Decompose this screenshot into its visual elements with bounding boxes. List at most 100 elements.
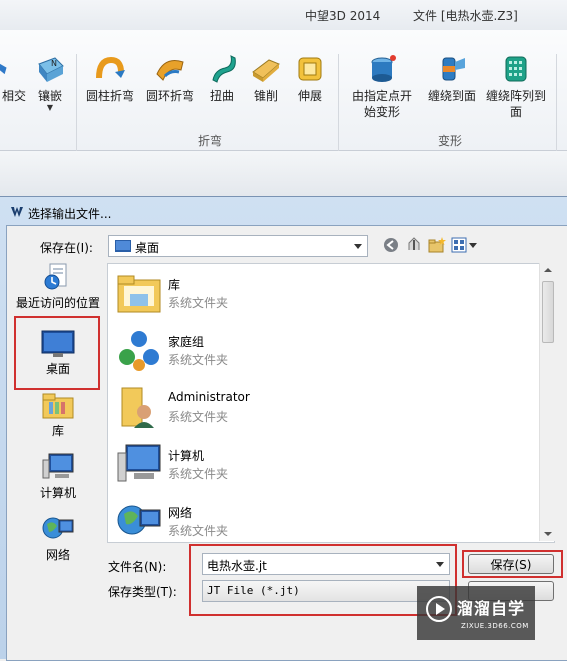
ribbon-button-label: 缠绕到面	[427, 89, 476, 103]
workspace-background	[0, 151, 567, 196]
document-title: 文件 [电热水壶.Z3]	[413, 9, 518, 23]
network-icon	[117, 505, 161, 535]
list-item[interactable]: 家庭组 系统文件夹	[112, 323, 532, 379]
stretch-icon	[298, 57, 322, 81]
desktop-icon	[115, 240, 131, 252]
ribbon-separator	[76, 54, 77, 154]
file-name: Administrator	[168, 390, 250, 404]
ribbon-button-label: 伸展	[297, 89, 322, 103]
emboss-button[interactable]: N 镶嵌 ▼	[30, 54, 70, 112]
list-item[interactable]: 库 系统文件夹	[112, 266, 532, 322]
highlight-box-save	[462, 550, 563, 578]
ribbon-separator	[556, 54, 557, 154]
ribbon-button-label-line2: 面	[509, 105, 522, 119]
ribbon-button-label: 锥削	[253, 89, 278, 103]
save-in-label: 保存在(I):	[40, 241, 93, 255]
ribbon-button-label: 镶嵌	[37, 89, 62, 103]
highlight-box-desktop	[14, 316, 100, 390]
file-type: 系统文件夹	[168, 410, 229, 424]
taper-icon	[252, 59, 280, 82]
file-type: 系统文件夹	[168, 353, 229, 367]
save-in-dropdown[interactable]: 桌面	[108, 235, 368, 257]
app-title: 中望3D 2014	[305, 9, 381, 23]
place-label: 最近访问的位置	[15, 296, 100, 310]
wrap-to-face-icon	[442, 57, 465, 81]
chevron-down-icon	[354, 244, 362, 249]
place-libraries[interactable]: 库	[14, 390, 102, 439]
homegroup-icon	[119, 331, 159, 371]
file-name: 库	[168, 278, 181, 292]
play-logo-icon	[426, 596, 452, 622]
dialog-title-bar[interactable]: 选择输出文件...	[0, 197, 567, 225]
list-item[interactable]: 网络 系统文件夹	[112, 494, 532, 542]
wrap-to-face-button[interactable]: 缠绕到面	[422, 54, 482, 104]
dropdown-arrow-icon[interactable]: ▼	[30, 104, 70, 112]
watermark-url: ZIXUE.3D66.COM	[461, 622, 529, 630]
libraries-folder-icon	[117, 275, 161, 313]
view-grid-icon	[451, 237, 467, 253]
file-type: 系统文件夹	[168, 296, 229, 310]
network-icon	[42, 517, 74, 539]
place-network[interactable]: 网络	[14, 514, 102, 563]
ribbon-button-label-line1: 由指定点开	[351, 89, 412, 103]
file-name: 网络	[168, 506, 193, 520]
libraries-icon	[42, 393, 74, 419]
wrap-array-icon	[505, 56, 527, 82]
place-label: 网络	[45, 548, 70, 562]
computer-icon	[42, 453, 74, 479]
svg-text:N: N	[51, 59, 57, 68]
file-name-label: 文件名(N):	[108, 560, 167, 574]
ribbon: 相交 N 镶嵌 ▼ 圆柱折弯 圆环折弯 扭曲 锥削 伸展 折弯 由指定点开 始变…	[0, 30, 567, 154]
torus-bend-button[interactable]: 圆环折弯	[142, 54, 198, 104]
place-recent[interactable]: 最近访问的位置	[14, 262, 102, 311]
wrap-array-button[interactable]: 缠绕阵列到 面	[484, 54, 548, 120]
back-icon[interactable]	[382, 236, 400, 254]
vertical-scrollbar[interactable]	[539, 263, 555, 541]
ribbon-group-deform: 变形	[437, 134, 462, 148]
watermark: 溜溜自学 ZIXUE.3D66.COM	[417, 586, 535, 640]
scroll-up-icon[interactable]	[544, 268, 552, 272]
file-type: 系统文件夹	[168, 524, 229, 538]
ribbon-button-label: 圆环折弯	[145, 89, 194, 103]
file-name: 家庭组	[168, 335, 205, 349]
scrollbar-thumb[interactable]	[542, 281, 554, 343]
app-title-bar: 中望3D 2014 文件 [电热水壶.Z3]	[0, 0, 567, 30]
list-item[interactable]: 计算机 系统文件夹	[112, 437, 532, 493]
scroll-down-icon[interactable]	[544, 532, 552, 536]
file-type-label: 保存类型(T):	[108, 585, 177, 599]
emboss-icon: N	[38, 57, 64, 82]
ribbon-button-label-line1: 缠绕阵列到	[485, 89, 546, 103]
ribbon-button-label: 扭曲	[209, 89, 234, 103]
intersect-button[interactable]: 相交	[0, 54, 28, 104]
stretch-button[interactable]: 伸展	[290, 54, 330, 104]
torus-bend-icon	[156, 60, 184, 81]
twist-button[interactable]: 扭曲	[202, 54, 242, 104]
save-in-value: 桌面	[135, 241, 160, 255]
file-type: 系统文件夹	[168, 467, 229, 481]
ribbon-separator	[338, 54, 339, 154]
ribbon-group-bend: 折弯	[197, 134, 222, 148]
list-item[interactable]: Administrator 系统文件夹	[112, 380, 532, 436]
taper-button[interactable]: 锥削	[246, 54, 286, 104]
ribbon-button-label: 圆柱折弯	[85, 89, 134, 103]
cylinder-bend-button[interactable]: 圆柱折弯	[82, 54, 138, 104]
chevron-down-icon	[469, 243, 477, 248]
point-deform-icon	[371, 55, 396, 82]
dialog-title: 选择输出文件...	[28, 207, 112, 221]
cylinder-bend-icon	[96, 56, 125, 79]
ribbon-button-label: 相交	[1, 89, 26, 103]
app-logo-icon	[11, 207, 23, 217]
watermark-brand: 溜溜自学	[457, 599, 526, 618]
place-label: 库	[51, 424, 64, 438]
up-folder-icon[interactable]	[405, 236, 423, 254]
point-deform-button[interactable]: 由指定点开 始变形	[346, 54, 418, 120]
file-name: 计算机	[168, 449, 205, 463]
view-menu-button[interactable]	[451, 236, 479, 254]
place-computer[interactable]: 计算机	[14, 452, 102, 501]
intersect-icon	[0, 63, 7, 75]
file-list[interactable]: 库 系统文件夹 家庭组 系统文件夹 Administrator 系统文件夹 计算…	[107, 263, 555, 543]
new-folder-icon[interactable]	[428, 236, 446, 254]
places-bar: 最近访问的位置 桌面 库 计算机 网络	[14, 262, 104, 572]
computer-icon	[117, 444, 161, 482]
place-label: 计算机	[39, 486, 76, 500]
